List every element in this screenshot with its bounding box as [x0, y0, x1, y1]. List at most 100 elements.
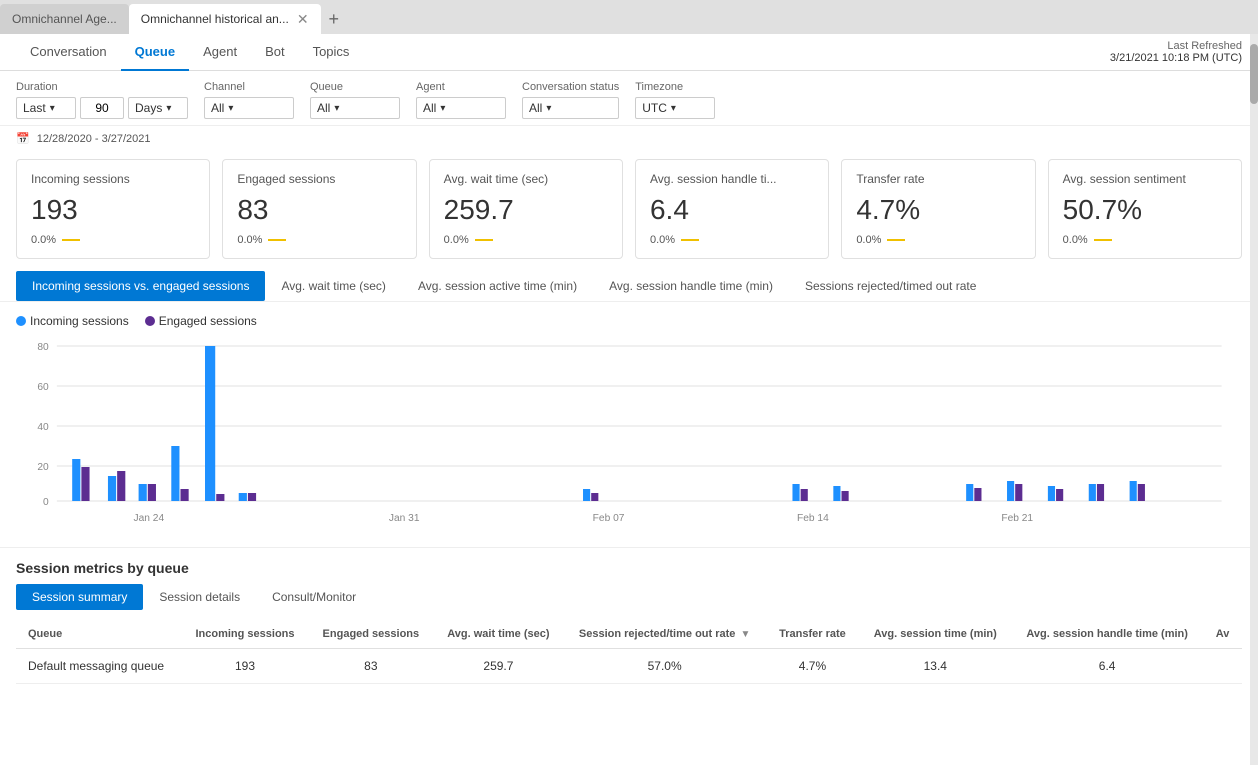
- metric-delta-avg-handle: 0.0%: [650, 234, 675, 246]
- metric-card-incoming-sessions: Incoming sessions 193 0.0%: [16, 159, 210, 259]
- metric-footer-incoming: 0.0%: [31, 234, 195, 246]
- conv-status-label: Conversation status: [522, 81, 619, 93]
- sub-tab-session-details[interactable]: Session details: [143, 584, 256, 610]
- filter-agent: Agent All: [416, 81, 506, 119]
- metric-delta-incoming: 0.0%: [31, 234, 56, 246]
- chart-tab-avg-wait[interactable]: Avg. wait time (sec): [265, 271, 401, 301]
- svg-text:80: 80: [37, 342, 49, 353]
- bar-chart-svg: 80 60 40 20 0: [16, 336, 1242, 536]
- calendar-icon: 📅: [16, 133, 30, 145]
- col-session-rejected[interactable]: Session rejected/time out rate ▼: [564, 620, 766, 649]
- metric-value-incoming: 193: [31, 194, 195, 226]
- main-wrapper: Conversation Queue Agent Bot Topics Last…: [0, 34, 1258, 765]
- channel-select[interactable]: All: [204, 97, 294, 119]
- sub-tabs: Session summary Session details Consult/…: [0, 584, 1258, 610]
- last-refreshed: Last Refreshed 3/21/2021 10:18 PM (UTC): [1110, 36, 1242, 68]
- cell-avg-session-time: 13.4: [859, 649, 1011, 684]
- add-tab-button[interactable]: +: [321, 9, 348, 30]
- col-avg-session-time: Avg. session time (min): [859, 620, 1011, 649]
- tab-queue[interactable]: Queue: [121, 34, 189, 71]
- table-wrapper: Queue Incoming sessions Engaged sessions…: [0, 620, 1258, 684]
- metric-card-transfer-rate: Transfer rate 4.7% 0.0%: [841, 159, 1035, 259]
- session-metrics-table: Queue Incoming sessions Engaged sessions…: [16, 620, 1242, 684]
- metric-card-avg-handle: Avg. session handle ti... 6.4 0.0%: [635, 159, 829, 259]
- tab-topics[interactable]: Topics: [299, 34, 364, 71]
- scrollbar-y[interactable]: [1250, 34, 1258, 765]
- metric-card-sentiment: Avg. session sentiment 50.7% 0.0%: [1048, 159, 1242, 259]
- filter-queue: Queue All: [310, 81, 400, 119]
- tab-agent[interactable]: Agent: [189, 34, 251, 71]
- metric-title-engaged: Engaged sessions: [237, 172, 401, 186]
- metric-delta-transfer: 0.0%: [856, 234, 881, 246]
- sub-tab-consult-monitor[interactable]: Consult/Monitor: [256, 584, 372, 610]
- col-queue: Queue: [16, 620, 181, 649]
- close-icon[interactable]: ✕: [297, 11, 309, 28]
- queue-select[interactable]: All: [310, 97, 400, 119]
- metric-footer-sentiment: 0.0%: [1063, 234, 1227, 246]
- svg-text:60: 60: [37, 382, 49, 393]
- metric-footer-transfer: 0.0%: [856, 234, 1020, 246]
- duration-unit-select[interactable]: Days: [128, 97, 188, 119]
- browser-tab-2-label: Omnichannel historical an...: [141, 12, 289, 26]
- svg-text:0: 0: [43, 497, 49, 508]
- chart-tab-rejected-rate[interactable]: Sessions rejected/timed out rate: [789, 271, 992, 301]
- channel-label: Channel: [204, 81, 294, 93]
- metrics-row: Incoming sessions 193 0.0% Engaged sessi…: [0, 147, 1258, 271]
- chart-tab-incoming-vs-engaged[interactable]: Incoming sessions vs. engaged sessions: [16, 271, 265, 301]
- conv-status-select[interactable]: All: [522, 97, 619, 119]
- tab-conversation[interactable]: Conversation: [16, 34, 121, 71]
- timezone-select[interactable]: UTC: [635, 97, 715, 119]
- metric-dash-sentiment: [1094, 239, 1112, 241]
- filters-row: Duration Last Days Channel All: [0, 71, 1258, 126]
- metric-footer-avg-handle: 0.0%: [650, 234, 814, 246]
- nav-tabs: Conversation Queue Agent Bot Topics Last…: [0, 34, 1258, 71]
- metric-value-transfer: 4.7%: [856, 194, 1020, 226]
- duration-label: Duration: [16, 81, 188, 93]
- browser-tab-2[interactable]: Omnichannel historical an... ✕: [129, 4, 321, 34]
- sub-tab-session-summary[interactable]: Session summary: [16, 584, 143, 610]
- scrollbar-thumb[interactable]: [1250, 44, 1258, 104]
- metric-dash-engaged: [268, 239, 286, 241]
- timezone-label: Timezone: [635, 81, 715, 93]
- chart-tab-avg-handle[interactable]: Avg. session handle time (min): [593, 271, 789, 301]
- cell-transfer-rate: 4.7%: [766, 649, 860, 684]
- col-av: Av: [1203, 620, 1242, 649]
- duration-days-input[interactable]: [80, 97, 124, 119]
- col-engaged-sessions: Engaged sessions: [309, 620, 434, 649]
- metric-title-avg-handle: Avg. session handle ti...: [650, 172, 814, 186]
- col-incoming-sessions: Incoming sessions: [181, 620, 308, 649]
- metric-dash-avg-wait: [475, 239, 493, 241]
- cell-avg-session-handle: 6.4: [1011, 649, 1203, 684]
- tab-bot[interactable]: Bot: [251, 34, 299, 71]
- duration-controls: Last Days: [16, 97, 188, 119]
- cell-av: [1203, 649, 1242, 684]
- filter-duration: Duration Last Days: [16, 81, 188, 119]
- metric-delta-sentiment: 0.0%: [1063, 234, 1088, 246]
- agent-select[interactable]: All: [416, 97, 506, 119]
- metric-card-avg-wait: Avg. wait time (sec) 259.7 0.0%: [429, 159, 623, 259]
- browser-tab-1[interactable]: Omnichannel Age...: [0, 4, 129, 34]
- metric-dash-avg-handle: [681, 239, 699, 241]
- metric-footer-engaged: 0.0%: [237, 234, 401, 246]
- legend-incoming: Incoming sessions: [16, 314, 129, 328]
- duration-period-select[interactable]: Last: [16, 97, 76, 119]
- col-avg-session-handle: Avg. session handle time (min): [1011, 620, 1203, 649]
- cell-avg-wait-time: 259.7: [433, 649, 564, 684]
- metric-value-sentiment: 50.7%: [1063, 194, 1227, 226]
- metric-dash-transfer: [887, 239, 905, 241]
- col-transfer-rate: Transfer rate: [766, 620, 860, 649]
- sort-icon[interactable]: ▼: [740, 629, 750, 640]
- metric-value-engaged: 83: [237, 194, 401, 226]
- metric-dash-incoming: [62, 239, 80, 241]
- metric-value-avg-handle: 6.4: [650, 194, 814, 226]
- filter-conversation-status: Conversation status All: [522, 81, 619, 119]
- table-row: Default messaging queue 193 83 259.7 57.…: [16, 649, 1242, 684]
- legend-dot-incoming: [16, 316, 26, 326]
- svg-text:40: 40: [37, 422, 49, 433]
- metric-title-sentiment: Avg. session sentiment: [1063, 172, 1227, 186]
- chart-legend: Incoming sessions Engaged sessions: [16, 314, 1242, 328]
- metric-delta-engaged: 0.0%: [237, 234, 262, 246]
- chart-tab-avg-active[interactable]: Avg. session active time (min): [402, 271, 593, 301]
- chart-area: Incoming sessions Engaged sessions 80 60…: [0, 302, 1258, 548]
- cell-queue: Default messaging queue: [16, 649, 181, 684]
